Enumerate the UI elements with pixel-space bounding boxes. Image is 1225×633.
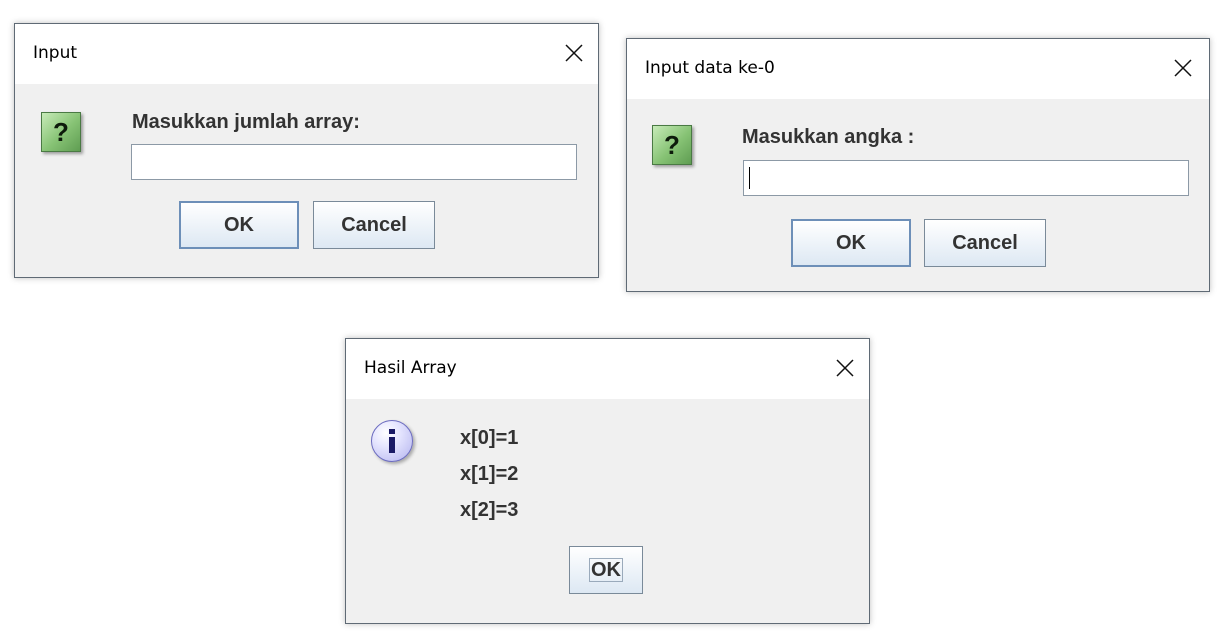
text-caret	[749, 167, 750, 189]
input-data-dialog-title: Input data ke-0	[645, 58, 775, 78]
question-icon: ?	[41, 112, 81, 152]
close-icon[interactable]	[556, 37, 592, 69]
input-data-dialog-titlebar[interactable]: Input data ke-0	[627, 39, 1209, 99]
input-data-prompt: Masukkan angka :	[742, 126, 915, 148]
ok-button-label: OK	[589, 558, 623, 582]
input-data-dialog: Input data ke-0 ? Masukkan angka : OK Ca…	[626, 38, 1210, 292]
input-dialog-title: Input	[33, 43, 78, 63]
cancel-button[interactable]: Cancel	[924, 219, 1046, 267]
number-input[interactable]	[743, 160, 1189, 196]
close-icon[interactable]	[827, 352, 863, 384]
cancel-button-label: Cancel	[952, 231, 1018, 254]
close-icon[interactable]	[1165, 52, 1201, 84]
result-line: x[0]=1	[460, 427, 519, 449]
cancel-button[interactable]: Cancel	[313, 201, 435, 249]
ok-button-label: OK	[836, 231, 866, 254]
input-dialog-titlebar[interactable]: Input	[15, 24, 598, 84]
result-dialog-title: Hasil Array	[364, 358, 457, 378]
ok-button[interactable]: OK	[179, 201, 299, 249]
array-count-input[interactable]	[131, 144, 577, 180]
result-dialog-titlebar[interactable]: Hasil Array	[346, 339, 869, 399]
result-line: x[1]=2	[460, 463, 519, 485]
result-line: x[2]=3	[460, 499, 519, 521]
cancel-button-label: Cancel	[341, 213, 407, 236]
question-glyph: ?	[664, 129, 680, 160]
question-icon: ?	[652, 125, 692, 165]
result-dialog: Hasil Array x[0]=1 x[1]=2 x[2]=3 OK	[345, 338, 870, 624]
ok-button[interactable]: OK	[791, 219, 911, 267]
ok-button-label: OK	[224, 213, 254, 236]
information-icon	[371, 420, 413, 462]
input-prompt: Masukkan jumlah array:	[132, 111, 360, 133]
ok-button[interactable]: OK	[569, 546, 643, 594]
question-glyph: ?	[53, 116, 69, 147]
input-dialog: Input ? Masukkan jumlah array: OK Cancel	[14, 23, 599, 278]
